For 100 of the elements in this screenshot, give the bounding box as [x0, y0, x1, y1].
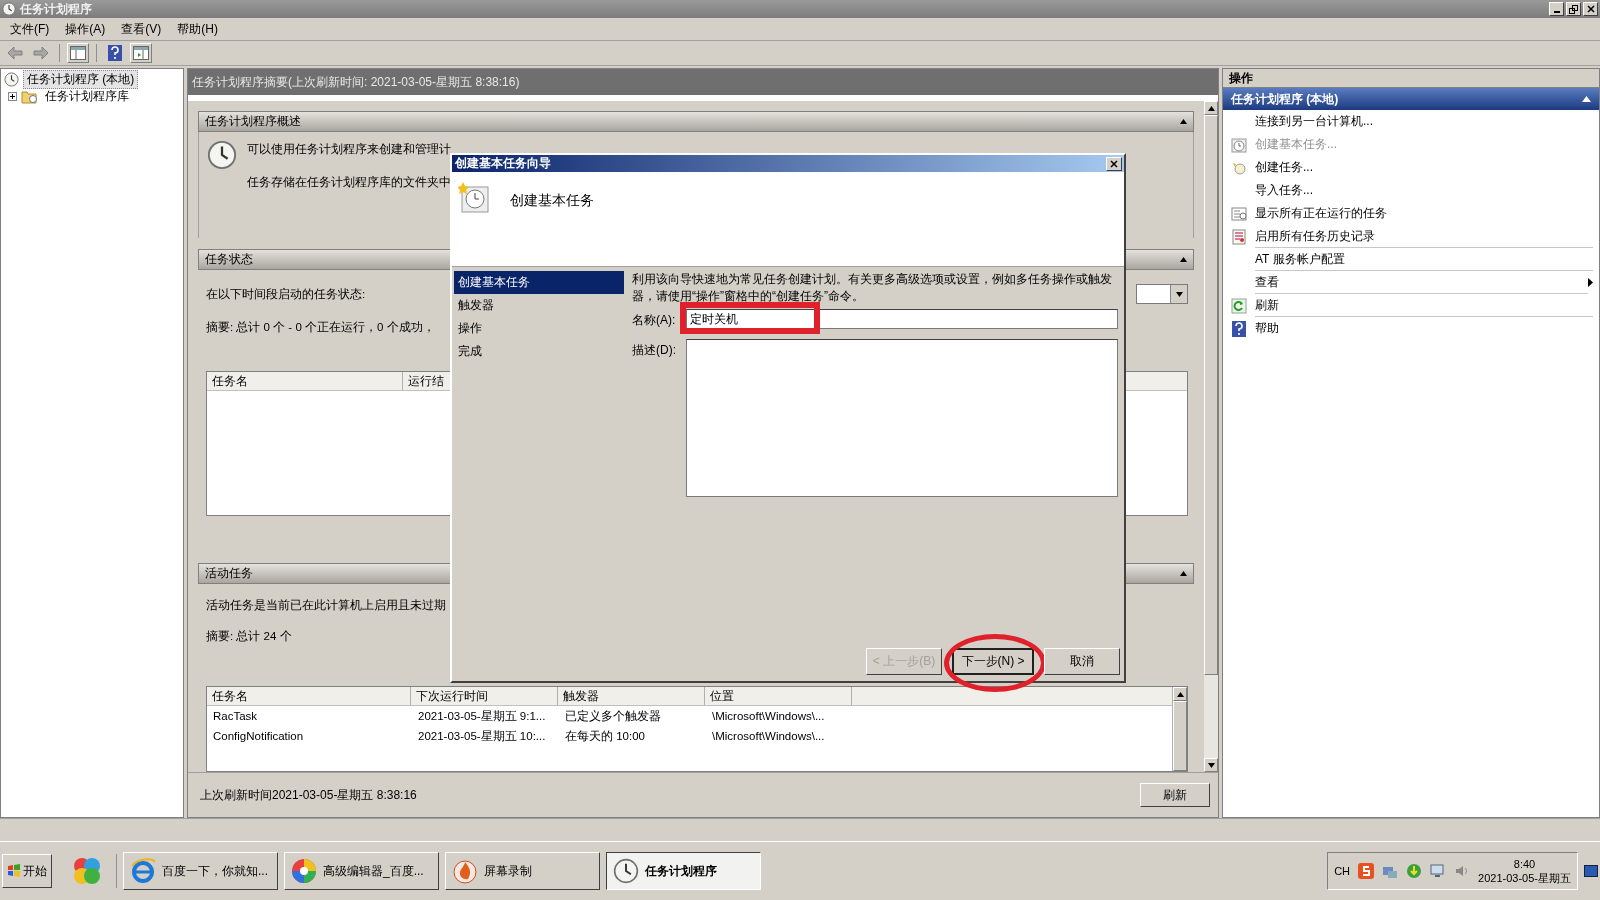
table-cell-text: \Microsoft\Windows\... [711, 710, 826, 722]
period-label: 在以下时间段启动的任务状态: [206, 286, 366, 302]
description-field[interactable] [686, 339, 1118, 497]
task-clock-icon [458, 182, 490, 214]
name-label: 名称(A): [632, 312, 677, 329]
refresh-button[interactable]: 刷新 [1140, 783, 1210, 807]
expand-icon[interactable] [8, 92, 17, 101]
collapse-icon[interactable] [1180, 571, 1187, 576]
column-header[interactable]: 位置 [705, 687, 852, 705]
menu-item[interactable]: 操作(A) [65, 20, 106, 38]
scroll-up-icon[interactable] [1176, 691, 1184, 697]
column-header[interactable]: 下次运行时间 [411, 687, 558, 705]
close-icon [1110, 159, 1118, 168]
show-desktop-icon[interactable] [1584, 863, 1598, 879]
overview-text: 任务存储在任务计划程序库的文件夹中 [247, 175, 451, 190]
pane-icon [133, 46, 149, 60]
taskbar-button[interactable]: 高级编辑器_百度... [284, 852, 439, 890]
input-method-icon[interactable] [1358, 863, 1375, 879]
start-button[interactable]: 开始 [2, 854, 52, 888]
action-item[interactable]: 显示所有正在运行的任务 [1255, 202, 1593, 225]
name-field[interactable]: 定时关机 [686, 309, 1118, 329]
tree-item[interactable]: 任务计划程序库 [42, 88, 132, 105]
dialog-title: 创建基本任务向导 [455, 155, 551, 172]
submenu-arrow-icon [1588, 278, 1593, 287]
scrollbar[interactable] [1172, 687, 1187, 771]
wizard-step[interactable]: 操作 [454, 317, 624, 340]
period-dropdown[interactable] [1136, 284, 1188, 304]
app-launcher-icon[interactable] [72, 856, 102, 886]
column-header[interactable]: 任务名 [207, 372, 403, 390]
table-cell-text: RacTask [212, 710, 259, 722]
menu-item[interactable]: 文件(F) [10, 20, 50, 38]
refresh-icon [1231, 297, 1247, 314]
actions-group-title: 任务计划程序 (本地) [1231, 90, 1339, 108]
tree-item[interactable]: 任务计划程序 (本地) [23, 70, 139, 89]
show-tree-button[interactable] [67, 43, 89, 63]
last-refresh-text: 上次刷新时间2021-03-05-星期五 8:38:16 [200, 786, 417, 804]
show-action-pane-button[interactable] [130, 43, 152, 63]
description-label: 描述(D): [632, 342, 677, 359]
action-item[interactable]: 帮助 [1255, 317, 1593, 340]
window-title: 任务计划程序 [20, 0, 93, 18]
action-item[interactable]: 刷新 [1255, 294, 1593, 317]
clock-time: 8:40 [1513, 857, 1536, 871]
section-title: 任务状态 [205, 252, 253, 267]
scrollbar[interactable] [1204, 101, 1218, 772]
section-title: 活动任务 [205, 566, 253, 581]
color-wheel-icon [291, 858, 317, 884]
clock-date: 2021-03-05-星期五 [1478, 871, 1571, 885]
column-header[interactable]: 任务名 [207, 687, 411, 705]
action-item[interactable]: AT 服务帐户配置 [1255, 248, 1593, 271]
taskbar-button[interactable]: 屏幕录制 [445, 852, 600, 890]
scroll-up-icon[interactable] [1207, 105, 1215, 111]
active-summary: 摘要: 总计 24 个 [206, 629, 292, 644]
minimize-button[interactable] [1549, 2, 1564, 16]
close-button[interactable] [1106, 156, 1122, 171]
table-cell-text: ConfigNotification [212, 730, 305, 742]
restore-button[interactable] [1566, 2, 1581, 16]
help-icon [108, 45, 122, 61]
flame-icon [452, 858, 478, 884]
table-cell-text: 已定义多个触发器 [564, 709, 662, 722]
wizard-step[interactable]: 触发器 [454, 294, 624, 317]
action-item[interactable]: 查看 [1255, 271, 1588, 294]
folder-icon [21, 89, 38, 104]
wizard-button[interactable]: 取消 [1044, 648, 1120, 675]
collapse-icon[interactable] [1180, 119, 1187, 124]
dialog-heading: 创建基本任务 [510, 192, 594, 210]
language-indicator[interactable]: CH [1334, 865, 1351, 877]
action-item[interactable]: 导入任务... [1255, 179, 1593, 202]
wizard-step[interactable]: 创建基本任务 [454, 271, 624, 294]
collapse-icon[interactable] [1180, 257, 1187, 262]
clock-icon [613, 858, 639, 884]
menu-item[interactable]: 帮助(H) [177, 20, 218, 38]
scroll-down-icon[interactable] [1207, 762, 1215, 768]
dropdown-arrow-icon[interactable] [1175, 291, 1183, 297]
clock-icon [1231, 136, 1247, 153]
table-cell-text: 在每天的 10:00 [564, 729, 646, 742]
pane-icon [70, 46, 86, 60]
action-item[interactable]: 创建任务... [1255, 156, 1593, 179]
column-header[interactable]: 触发器 [558, 687, 705, 705]
menu-item[interactable]: 查看(V) [121, 20, 162, 38]
action-item[interactable]: 连接到另一台计算机... [1255, 110, 1593, 133]
taskbar-button[interactable]: 任务计划程序 [606, 852, 761, 890]
back-arrow-icon [7, 46, 23, 60]
overview-text: 可以使用任务计划程序来创建和管理计 [247, 142, 451, 157]
collapse-icon[interactable] [1582, 96, 1591, 102]
windows-logo-icon [7, 864, 21, 878]
summary-title: 任务计划程序摘要(上次刷新时间: 2021-03-05-星期五 8:38:16) [192, 73, 520, 91]
close-button[interactable] [1583, 2, 1598, 16]
log-icon [1231, 228, 1247, 245]
app-icon [2, 2, 16, 16]
clock-icon [4, 72, 19, 87]
taskbar-button[interactable]: 百度一下，你就知... [123, 852, 278, 890]
forward-arrow-icon [33, 46, 49, 60]
close-icon [1586, 5, 1595, 13]
monitor-icon[interactable] [1430, 863, 1447, 879]
section-title: 任务计划程序概述 [205, 114, 301, 129]
wizard-button[interactable]: 下一步(N) > [952, 648, 1034, 675]
status-summary: 摘要: 总计 0 个 - 0 个正在运行，0 个成功， [206, 320, 435, 335]
active-description: 活动任务是当前已在此计算机上启用且未过期 [206, 598, 446, 613]
action-item[interactable]: 启用所有任务历史记录 [1255, 225, 1593, 248]
wizard-step[interactable]: 完成 [454, 340, 624, 363]
